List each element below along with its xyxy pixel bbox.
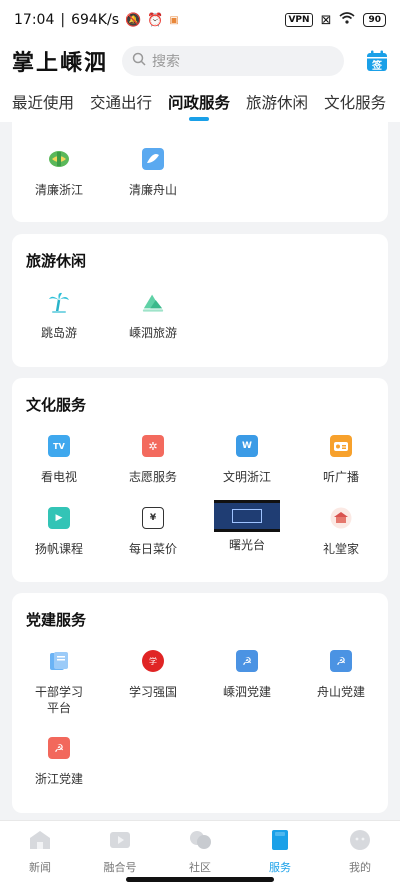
checkin-calendar-icon[interactable]: 签 (366, 50, 388, 72)
party-flag-icon: ☭ (48, 737, 70, 759)
book-icon (48, 650, 70, 672)
course-play-icon: ▶ (48, 507, 70, 529)
nav-label: 社区 (189, 861, 211, 874)
vpn-badge: VPN (285, 13, 313, 27)
app-logo: 掌上嵊泗 (12, 50, 109, 76)
service-label: 曙光台 (228, 538, 265, 552)
card-title: 党建服务 (26, 611, 87, 629)
service-litang-home[interactable]: 礼堂家 (294, 507, 388, 557)
service-daily-price[interactable]: ¥ 每日菜价 (106, 507, 200, 557)
xuexi-qiangguo-icon: 学 (142, 650, 164, 672)
party-flag-icon: ☭ (330, 650, 352, 672)
nav-services[interactable]: 服务 (240, 829, 320, 875)
nav-label: 服务 (269, 861, 291, 874)
no-sim-icon: ⊠ (320, 12, 332, 28)
media-icon (108, 829, 132, 855)
service-civilized-zhejiang[interactable]: W 文明浙江 (200, 435, 294, 485)
battery-indicator: 90 (363, 13, 386, 27)
service-island-hopping[interactable]: 跳岛游 (12, 291, 106, 341)
calendar-label: 签 (372, 61, 382, 72)
community-icon (188, 829, 212, 855)
palm-tree-icon (48, 291, 70, 313)
tab-travel[interactable]: 旅游休闲 (246, 91, 308, 113)
service-label: 志愿服务 (128, 470, 177, 484)
nav-label: 新闻 (29, 861, 51, 874)
service-qinglian-zhoushan[interactable]: 清廉舟山 (106, 148, 200, 198)
service-label: 每日菜价 (128, 542, 177, 556)
litang-icon (330, 507, 352, 529)
service-label: 跳岛游 (40, 326, 77, 340)
service-zhejiang-party[interactable]: ☭ 浙江党建 (12, 737, 106, 787)
network-speed: 694K/s (71, 12, 119, 28)
volunteer-icon: ✲ (142, 435, 164, 457)
service-shengsi-party[interactable]: ☭ 嵊泗党建 (200, 650, 294, 700)
status-bar: 17:04 | 694K/s 🔕 ⏰ ▣ VPN ⊠ 90 (0, 0, 400, 40)
service-label: 礼堂家 (322, 542, 359, 556)
app-notification-icon: ▣ (169, 14, 179, 26)
card-title: 文化服务 (26, 396, 87, 414)
tab-culture[interactable]: 文化服务 (324, 91, 386, 113)
news-icon (28, 829, 52, 855)
service-shengsi-travel[interactable]: 嵊泗旅游 (106, 291, 200, 341)
travel-card: 旅游休闲 跳岛游 嵊泗旅游 (12, 234, 388, 367)
mountain-icon (142, 291, 164, 313)
civilization-icon: W (236, 435, 258, 457)
service-label: 清廉舟山 (128, 183, 177, 197)
service-yangfan-course[interactable]: ▶ 扬帆课程 (12, 507, 106, 557)
nav-label: 融合号 (103, 861, 137, 874)
app-header: 掌上嵊泗 搜索 签 (0, 40, 400, 82)
qinglian-zhoushan-icon (142, 148, 164, 170)
service-label: 学习强国 (128, 685, 177, 699)
radio-icon (330, 435, 352, 457)
search-input[interactable]: 搜索 (122, 46, 345, 76)
tv-icon: TV (48, 435, 70, 457)
service-radio[interactable]: 听广播 (294, 435, 388, 485)
service-label: 扬帆课程 (34, 542, 83, 556)
service-qinglian-zhejiang[interactable]: 清廉浙江 (12, 148, 106, 198)
service-label: 清廉浙江 (34, 183, 83, 197)
status-time: 17:04 (14, 12, 55, 28)
service-label: 浙江党建 (34, 772, 83, 786)
search-placeholder: 搜索 (152, 54, 181, 70)
profile-icon (348, 829, 372, 855)
service-label: 嵊泗旅游 (128, 326, 177, 340)
alarm-icon: ⏰ (147, 12, 164, 28)
home-indicator[interactable] (126, 877, 274, 882)
service-shuguang-tai[interactable]: 曙光台 (200, 500, 294, 553)
service-label: 舟山党建 (316, 685, 365, 699)
party-card: 党建服务 干部学习 平台 学 学习强国 ☭ 嵊泗党建 ☭ 舟山党建 ☭ 浙江党建 (12, 593, 388, 813)
nav-label: 我的 (349, 861, 371, 874)
wifi-icon (339, 12, 355, 28)
service-label: 干部学习 平台 (34, 685, 83, 715)
nav-media[interactable]: 融合号 (80, 829, 160, 875)
category-tabs: 最近使用 交通出行 问政服务 旅游休闲 文化服务 (0, 82, 400, 122)
nav-news[interactable]: 新闻 (0, 829, 80, 875)
service-watch-tv[interactable]: TV 看电视 (12, 435, 106, 485)
service-volunteer[interactable]: ✲ 志愿服务 (106, 435, 200, 485)
card-title: 旅游休闲 (26, 252, 87, 270)
service-label: 文明浙江 (222, 470, 271, 484)
party-flag-icon: ☭ (236, 650, 258, 672)
mute-icon: 🔕 (125, 12, 142, 28)
service-cadre-learning[interactable]: 干部学习 平台 (12, 650, 106, 716)
qinglian-zhejiang-icon (48, 148, 70, 170)
services-icon (268, 829, 292, 855)
nav-profile[interactable]: 我的 (320, 829, 400, 875)
shuguang-tai-banner-icon (214, 500, 280, 532)
price-tag-icon: ¥ (142, 507, 164, 529)
culture-card: 文化服务 TV 看电视 ✲ 志愿服务 W 文明浙江 听广播 ▶ 扬帆课程 ¥ 每… (12, 378, 388, 582)
service-xuexi-qiangguo[interactable]: 学 学习强国 (106, 650, 200, 700)
tab-government[interactable]: 问政服务 (168, 91, 230, 113)
service-label: 听广播 (322, 470, 359, 484)
tab-transport[interactable]: 交通出行 (90, 91, 152, 113)
service-zhoushan-party[interactable]: ☭ 舟山党建 (294, 650, 388, 700)
service-label: 嵊泗党建 (222, 685, 271, 699)
service-label: 看电视 (40, 470, 77, 484)
tab-recent[interactable]: 最近使用 (12, 91, 74, 113)
nav-community[interactable]: 社区 (160, 829, 240, 875)
integrity-card: 清廉浙江 清廉舟山 (12, 122, 388, 222)
search-icon (132, 52, 146, 70)
